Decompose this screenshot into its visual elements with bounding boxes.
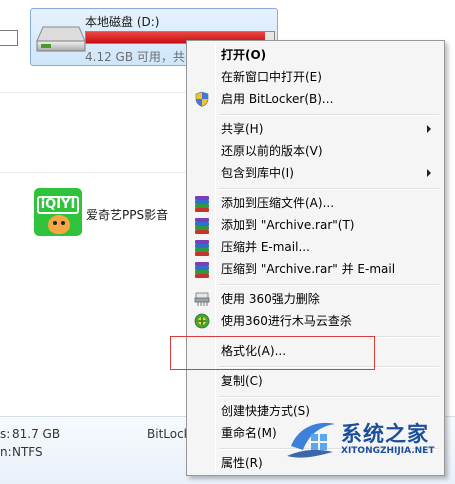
total-size-value: 81.7 GB	[12, 427, 61, 441]
menu-item-label: 还原以前的版本(V)	[221, 144, 323, 158]
size-label: s:	[0, 427, 11, 441]
menu-item-label: 添加到 "Archive.rar"(T)	[221, 218, 355, 232]
uac-shield-icon	[195, 91, 209, 107]
highlight-box	[170, 336, 375, 370]
menu-item-label: 属性(R)	[221, 456, 263, 470]
menu-item-label: 打开(O)	[221, 48, 267, 62]
menu-item-add-to-archive[interactable]: 添加到压缩文件(A)...	[190, 192, 441, 214]
menu-item-open[interactable]: 打开(O)	[190, 44, 441, 66]
filesystem-label: n:	[0, 445, 12, 459]
menu-item-label: 压缩并 E-mail...	[221, 240, 310, 254]
menu-item-restore-versions[interactable]: 还原以前的版本(V)	[190, 140, 441, 162]
shredder-icon	[194, 292, 210, 306]
360-icon	[194, 313, 210, 329]
menu-item-label: 压缩到 "Archive.rar" 并 E-mail	[221, 262, 396, 276]
drive-name: 本地磁盘 (D:)	[85, 15, 160, 29]
watermark-logo-icon	[287, 422, 335, 458]
menu-item-label: 使用 360强力删除	[221, 292, 320, 306]
winrar-icon	[194, 239, 210, 256]
menu-separator	[219, 188, 439, 190]
menu-item-bitlocker[interactable]: 启用 BitLocker(B)...	[190, 88, 441, 110]
winrar-icon	[194, 217, 210, 234]
iqiyi-logo-text: iQIYI	[37, 196, 79, 214]
menu-item-share[interactable]: 共享(H)	[190, 118, 441, 140]
divider	[0, 92, 186, 93]
menu-item-label: 重命名(M)	[221, 426, 277, 440]
menu-item-360-scan[interactable]: 使用360进行木马云查杀	[190, 310, 441, 332]
menu-item-copy[interactable]: 复制(C)	[190, 370, 441, 392]
winrar-icon	[194, 195, 210, 212]
menu-item-open-new-window[interactable]: 在新窗口中打开(E)	[190, 66, 441, 88]
watermark-text: 系统之家	[341, 422, 429, 446]
drive-free-space: 4.12 GB 可用，共	[85, 50, 185, 64]
divider	[0, 172, 186, 173]
hard-drive-icon	[36, 26, 86, 52]
iqiyi-app-icon[interactable]: iQIYI	[34, 188, 82, 236]
mascot-icon	[48, 215, 70, 234]
partial-control	[0, 30, 18, 46]
watermark: 系统之家 XITONGZHIJIA.NET	[283, 412, 455, 468]
menu-item-label: 共享(H)	[221, 122, 264, 136]
app-label[interactable]: 爱奇艺PPS影音	[86, 206, 168, 223]
watermark-url: XITONGZHIJIA.NET	[341, 446, 435, 456]
filesystem-value: NTFS	[12, 445, 43, 459]
menu-item-360-shred[interactable]: 使用 360强力删除	[190, 288, 441, 310]
menu-item-include-in-library[interactable]: 包含到库中(I)	[190, 162, 441, 184]
context-menu: 打开(O) 在新窗口中打开(E) 启用 BitLocker(B)... 共享(H…	[186, 40, 445, 476]
menu-separator	[219, 114, 439, 116]
menu-separator	[219, 396, 439, 398]
submenu-arrow-icon	[427, 125, 431, 133]
winrar-icon	[194, 261, 210, 278]
menu-item-label: 启用 BitLocker(B)...	[221, 92, 334, 106]
menu-item-add-to-archive-rar[interactable]: 添加到 "Archive.rar"(T)	[190, 214, 441, 236]
menu-item-compress-rar-email[interactable]: 压缩到 "Archive.rar" 并 E-mail	[190, 258, 441, 280]
menu-item-label: 使用360进行木马云查杀	[221, 314, 352, 328]
menu-item-label: 在新窗口中打开(E)	[221, 70, 322, 84]
menu-item-label: 包含到库中(I)	[221, 166, 294, 180]
menu-item-label: 复制(C)	[221, 374, 263, 388]
menu-item-compress-email[interactable]: 压缩并 E-mail...	[190, 236, 441, 258]
menu-separator	[219, 284, 439, 286]
submenu-arrow-icon	[427, 169, 431, 177]
menu-item-label: 添加到压缩文件(A)...	[221, 196, 335, 210]
